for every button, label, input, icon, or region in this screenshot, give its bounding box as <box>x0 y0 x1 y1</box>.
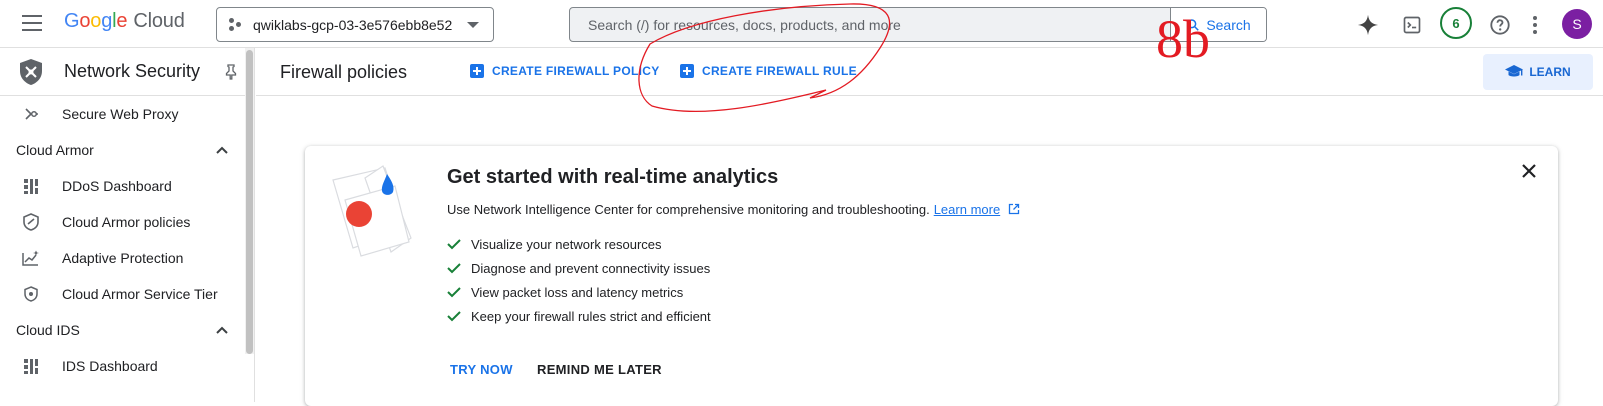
list-item: View packet loss and latency metrics <box>447 280 711 304</box>
annotation-label: 8b <box>1156 9 1210 69</box>
add-icon <box>680 64 694 78</box>
search-button-label: Search <box>1206 16 1251 33</box>
sidebar-item-label: Cloud Armor policies <box>62 214 191 230</box>
close-icon[interactable] <box>1522 164 1536 183</box>
sidebar-header: Network Security <box>0 48 254 96</box>
project-selector[interactable]: qwiklabs-gcp-03-3e576ebb8e52 <box>216 7 494 42</box>
learn-label: LEARN <box>1529 65 1571 79</box>
create-firewall-policy-label: CREATE FIREWALL POLICY <box>492 64 660 78</box>
sidebar-section-cloud-armor[interactable]: Cloud Armor <box>0 132 254 168</box>
create-firewall-rule-button[interactable]: CREATE FIREWALL RULE <box>680 64 857 78</box>
check-icon <box>447 287 461 298</box>
google-cloud-logo[interactable]: Google Cloud <box>64 10 185 33</box>
menu-icon[interactable] <box>22 14 42 32</box>
sidebar-section-label: Cloud Armor <box>16 142 94 158</box>
chevron-down-icon <box>467 22 479 28</box>
avatar[interactable]: S <box>1562 9 1592 39</box>
proxy-icon <box>22 105 40 123</box>
check-icon <box>447 263 461 274</box>
sidebar-title: Network Security <box>64 61 201 81</box>
chevron-up-icon <box>216 326 228 334</box>
network-security-icon <box>20 58 42 85</box>
analytics-illustration-icon <box>332 165 412 257</box>
adaptive-icon <box>22 249 40 267</box>
sidebar-item-cloud-armor-service-tier[interactable]: Cloud Armor Service Tier <box>0 276 254 312</box>
sidebar-scrollbar[interactable] <box>246 50 253 354</box>
sidebar-item-label: IDS Dashboard <box>62 358 158 374</box>
project-icon <box>229 17 243 32</box>
notifications-badge[interactable]: 6 <box>1439 7 1473 39</box>
remind-me-later-button[interactable]: REMIND ME LATER <box>537 362 662 377</box>
card-description: Use Network Intelligence Center for comp… <box>447 202 1020 217</box>
help-icon[interactable] <box>1485 10 1515 40</box>
external-link-icon[interactable] <box>1008 203 1020 215</box>
list-item: Diagnose and prevent connectivity issues <box>447 256 711 280</box>
sidebar-item-label: DDoS Dashboard <box>62 178 172 194</box>
sidebar-item-label: Secure Web Proxy <box>62 106 179 122</box>
feature-list: Visualize your network resources Diagnos… <box>447 232 711 328</box>
sidebar-item-label: Cloud Armor Service Tier <box>62 286 218 302</box>
more-options-icon[interactable] <box>1525 10 1545 40</box>
dashboard-icon <box>22 357 40 375</box>
sidebar-item-label: Adaptive Protection <box>62 250 184 266</box>
sidebar-item-cloud-armor-policies[interactable]: Cloud Armor policies <box>0 204 254 240</box>
top-bar: Google Cloud qwiklabs-gcp-03-3e576ebb8e52… <box>0 0 1603 48</box>
sidebar-item-ddos-dashboard[interactable]: DDoS Dashboard <box>0 168 254 204</box>
tier-icon <box>22 285 40 303</box>
check-icon <box>447 239 461 250</box>
learn-button[interactable]: LEARN <box>1483 54 1593 90</box>
sidebar-item-adaptive-protection[interactable]: Adaptive Protection <box>0 240 254 276</box>
school-icon <box>1505 65 1524 77</box>
pin-icon[interactable] <box>224 64 238 85</box>
sidebar-item-secure-web-proxy[interactable]: Secure Web Proxy <box>0 96 254 132</box>
list-item: Keep your firewall rules strict and effi… <box>447 304 711 328</box>
project-name: qwiklabs-gcp-03-3e576ebb8e52 <box>253 16 453 33</box>
sidebar: Network Security Secure Web Proxy Cloud … <box>0 48 255 402</box>
chevron-up-icon <box>216 146 228 154</box>
check-icon <box>447 311 461 322</box>
card-description-text: Use Network Intelligence Center for comp… <box>447 202 930 217</box>
dashboard-icon <box>22 177 40 195</box>
sidebar-section-cloud-ids[interactable]: Cloud IDS <box>0 312 254 348</box>
sidebar-section-label: Cloud IDS <box>16 322 80 338</box>
add-icon <box>470 64 484 78</box>
create-firewall-rule-label: CREATE FIREWALL RULE <box>702 64 857 78</box>
try-now-button[interactable]: TRY NOW <box>450 362 513 377</box>
sidebar-item-ids-dashboard[interactable]: IDS Dashboard <box>0 348 254 384</box>
list-item: Visualize your network resources <box>447 232 711 256</box>
search-input[interactable] <box>570 8 1150 41</box>
page-title: Firewall policies <box>280 62 408 82</box>
create-firewall-policy-button[interactable]: CREATE FIREWALL POLICY <box>470 64 660 78</box>
shield-icon <box>22 213 40 231</box>
analytics-promo-card: Get started with real-time analytics Use… <box>305 146 1558 406</box>
gemini-icon[interactable] <box>1353 10 1383 40</box>
cloud-shell-icon[interactable] <box>1397 10 1427 40</box>
learn-more-link[interactable]: Learn more <box>934 202 1000 217</box>
page-header: Firewall policies CREATE FIREWALL POLICY… <box>256 48 1603 96</box>
card-title: Get started with real-time analytics <box>447 166 779 188</box>
